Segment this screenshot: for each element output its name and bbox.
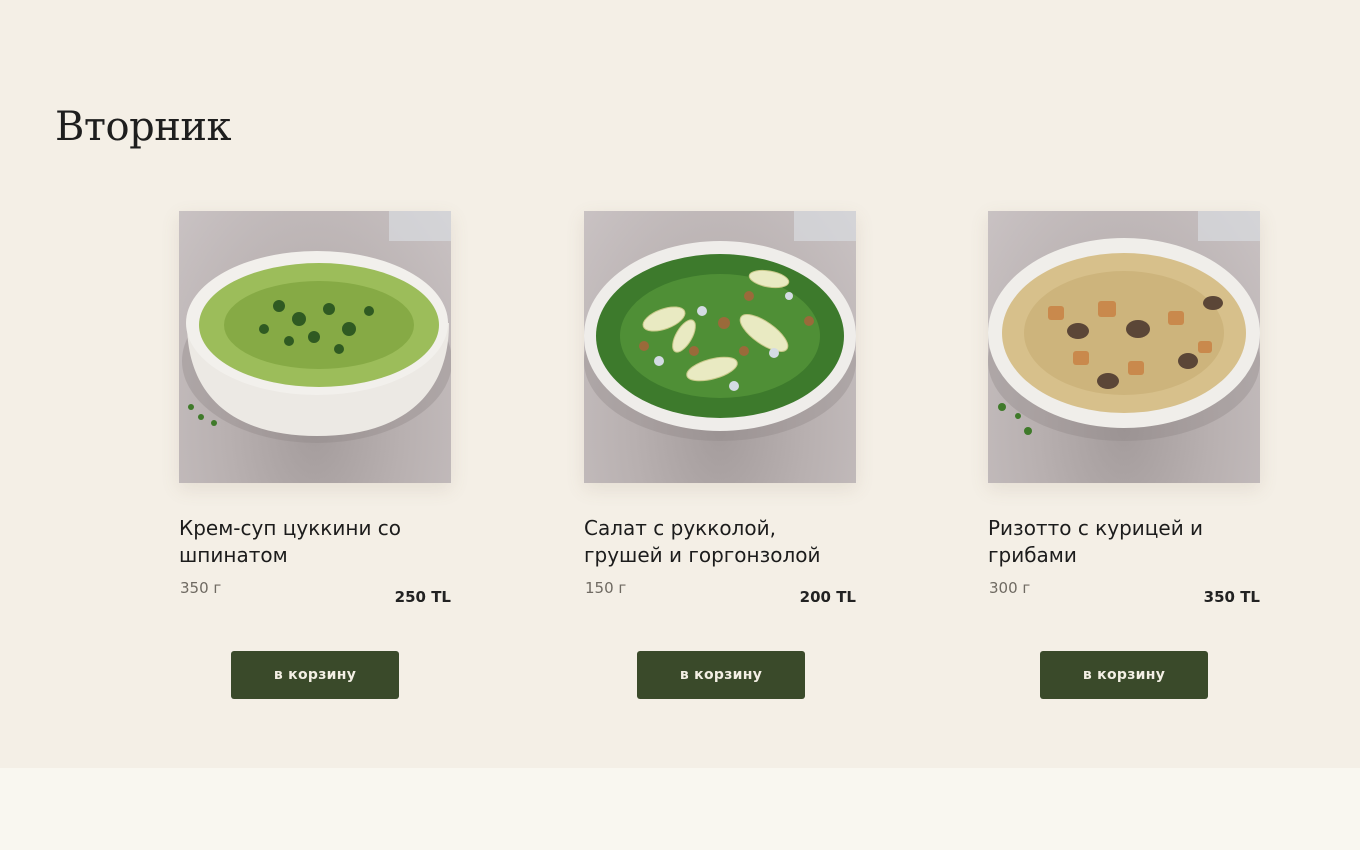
dish-price: 350 TL	[1203, 588, 1260, 606]
dish-card: Салат с рукколой, грушей и горгонзолой 1…	[584, 211, 856, 611]
dish-photo-soup	[179, 211, 451, 483]
dish-weight: 300 г	[989, 579, 1031, 597]
add-to-cart-button[interactable]: в корзину	[1040, 651, 1208, 699]
add-to-cart-button[interactable]: в корзину	[231, 651, 399, 699]
dish-card: Ризотто с курицей и грибами 300 г 350 TL	[988, 211, 1260, 611]
dish-name: Крем-суп цуккини со шпинатом	[179, 516, 402, 567]
dish-price: 200 TL	[799, 588, 856, 606]
dish-photo-risotto	[988, 211, 1260, 483]
dish-weight: 150 г	[585, 579, 627, 597]
dish-weight: 350 г	[180, 579, 222, 597]
day-menu-section: Вторник Крем-суп цуккини со шпинатом 350	[0, 0, 1360, 768]
dish-name: Салат с рукколой, грушей и горгонзолой	[584, 516, 821, 567]
dish-photo-salad	[584, 211, 856, 483]
dish-price: 250 TL	[394, 588, 451, 606]
dish-name: Ризотто с курицей и грибами	[988, 516, 1204, 567]
dish-card: Крем-суп цуккини со шпинатом 350 г 250 T…	[179, 211, 451, 611]
add-to-cart-button[interactable]: в корзину	[637, 651, 805, 699]
day-title: Вторник	[55, 104, 232, 150]
